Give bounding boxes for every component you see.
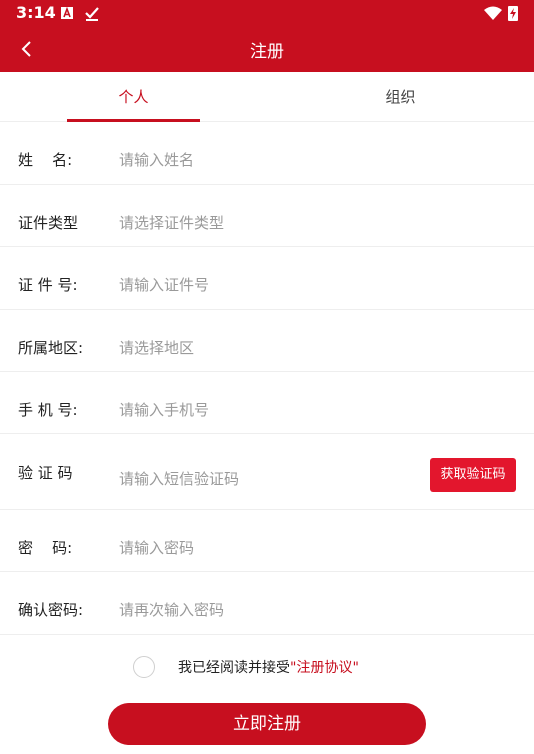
agree-checkbox[interactable]	[133, 656, 155, 678]
register-button[interactable]: 立即注册	[108, 703, 426, 745]
notification-a-icon	[61, 6, 73, 19]
tab-personal[interactable]: 个人	[0, 72, 267, 122]
wifi-icon	[484, 6, 502, 20]
agreement-prefix: 我已经阅读并接受	[178, 660, 290, 676]
code-label: 验 证 码	[18, 464, 73, 482]
phone-label: 手 机 号:	[18, 401, 78, 419]
region-select[interactable]: 请选择地区	[119, 337, 194, 358]
name-label: 姓 名:	[18, 151, 73, 169]
confirm-password-input[interactable]: 请再次输入密码	[119, 599, 224, 620]
get-code-button[interactable]: 获取验证码	[430, 458, 516, 492]
phone-input[interactable]: 请输入手机号	[119, 399, 209, 420]
password-input[interactable]: 请输入密码	[119, 537, 194, 558]
confirm-password-row: 确认密码: 请再次输入密码	[0, 572, 534, 635]
region-row: 所属地区: 请选择地区	[0, 310, 534, 372]
id-type-select[interactable]: 请选择证件类型	[119, 212, 224, 233]
confirm-password-label: 确认密码:	[18, 601, 84, 619]
region-label: 所属地区:	[18, 339, 84, 357]
agreement-row: 我已经阅读并接受"注册协议"	[0, 652, 534, 682]
page-title: 注册	[250, 42, 284, 62]
id-number-row: 证 件 号: 请输入证件号	[0, 247, 534, 310]
verification-code-row: 验 证 码 请输入短信验证码 获取验证码	[0, 434, 534, 510]
id-type-row: 证件类型 请选择证件类型	[0, 185, 534, 247]
tab-organization[interactable]: 组织	[267, 72, 534, 122]
status-time: 3:14	[16, 3, 56, 22]
name-input[interactable]: 请输入姓名	[119, 149, 194, 170]
status-bar: 3:14	[0, 0, 534, 26]
tab-bar: 个人 组织	[0, 72, 534, 122]
id-type-label: 证件类型	[18, 214, 79, 232]
agreement-link[interactable]: "注册协议"	[290, 660, 359, 676]
battery-charging-icon	[508, 6, 518, 21]
download-done-icon	[85, 7, 99, 21]
id-number-label: 证 件 号:	[18, 276, 78, 294]
id-number-input[interactable]: 请输入证件号	[119, 274, 209, 295]
code-input[interactable]: 请输入短信验证码	[119, 468, 239, 489]
password-label: 密 码:	[18, 539, 73, 557]
password-row: 密 码: 请输入密码	[0, 510, 534, 572]
agreement-text: 我已经阅读并接受"注册协议"	[178, 657, 359, 677]
app-bar: 注册	[0, 26, 534, 72]
name-row: 姓 名: 请输入姓名	[0, 122, 534, 185]
phone-row: 手 机 号: 请输入手机号	[0, 372, 534, 434]
